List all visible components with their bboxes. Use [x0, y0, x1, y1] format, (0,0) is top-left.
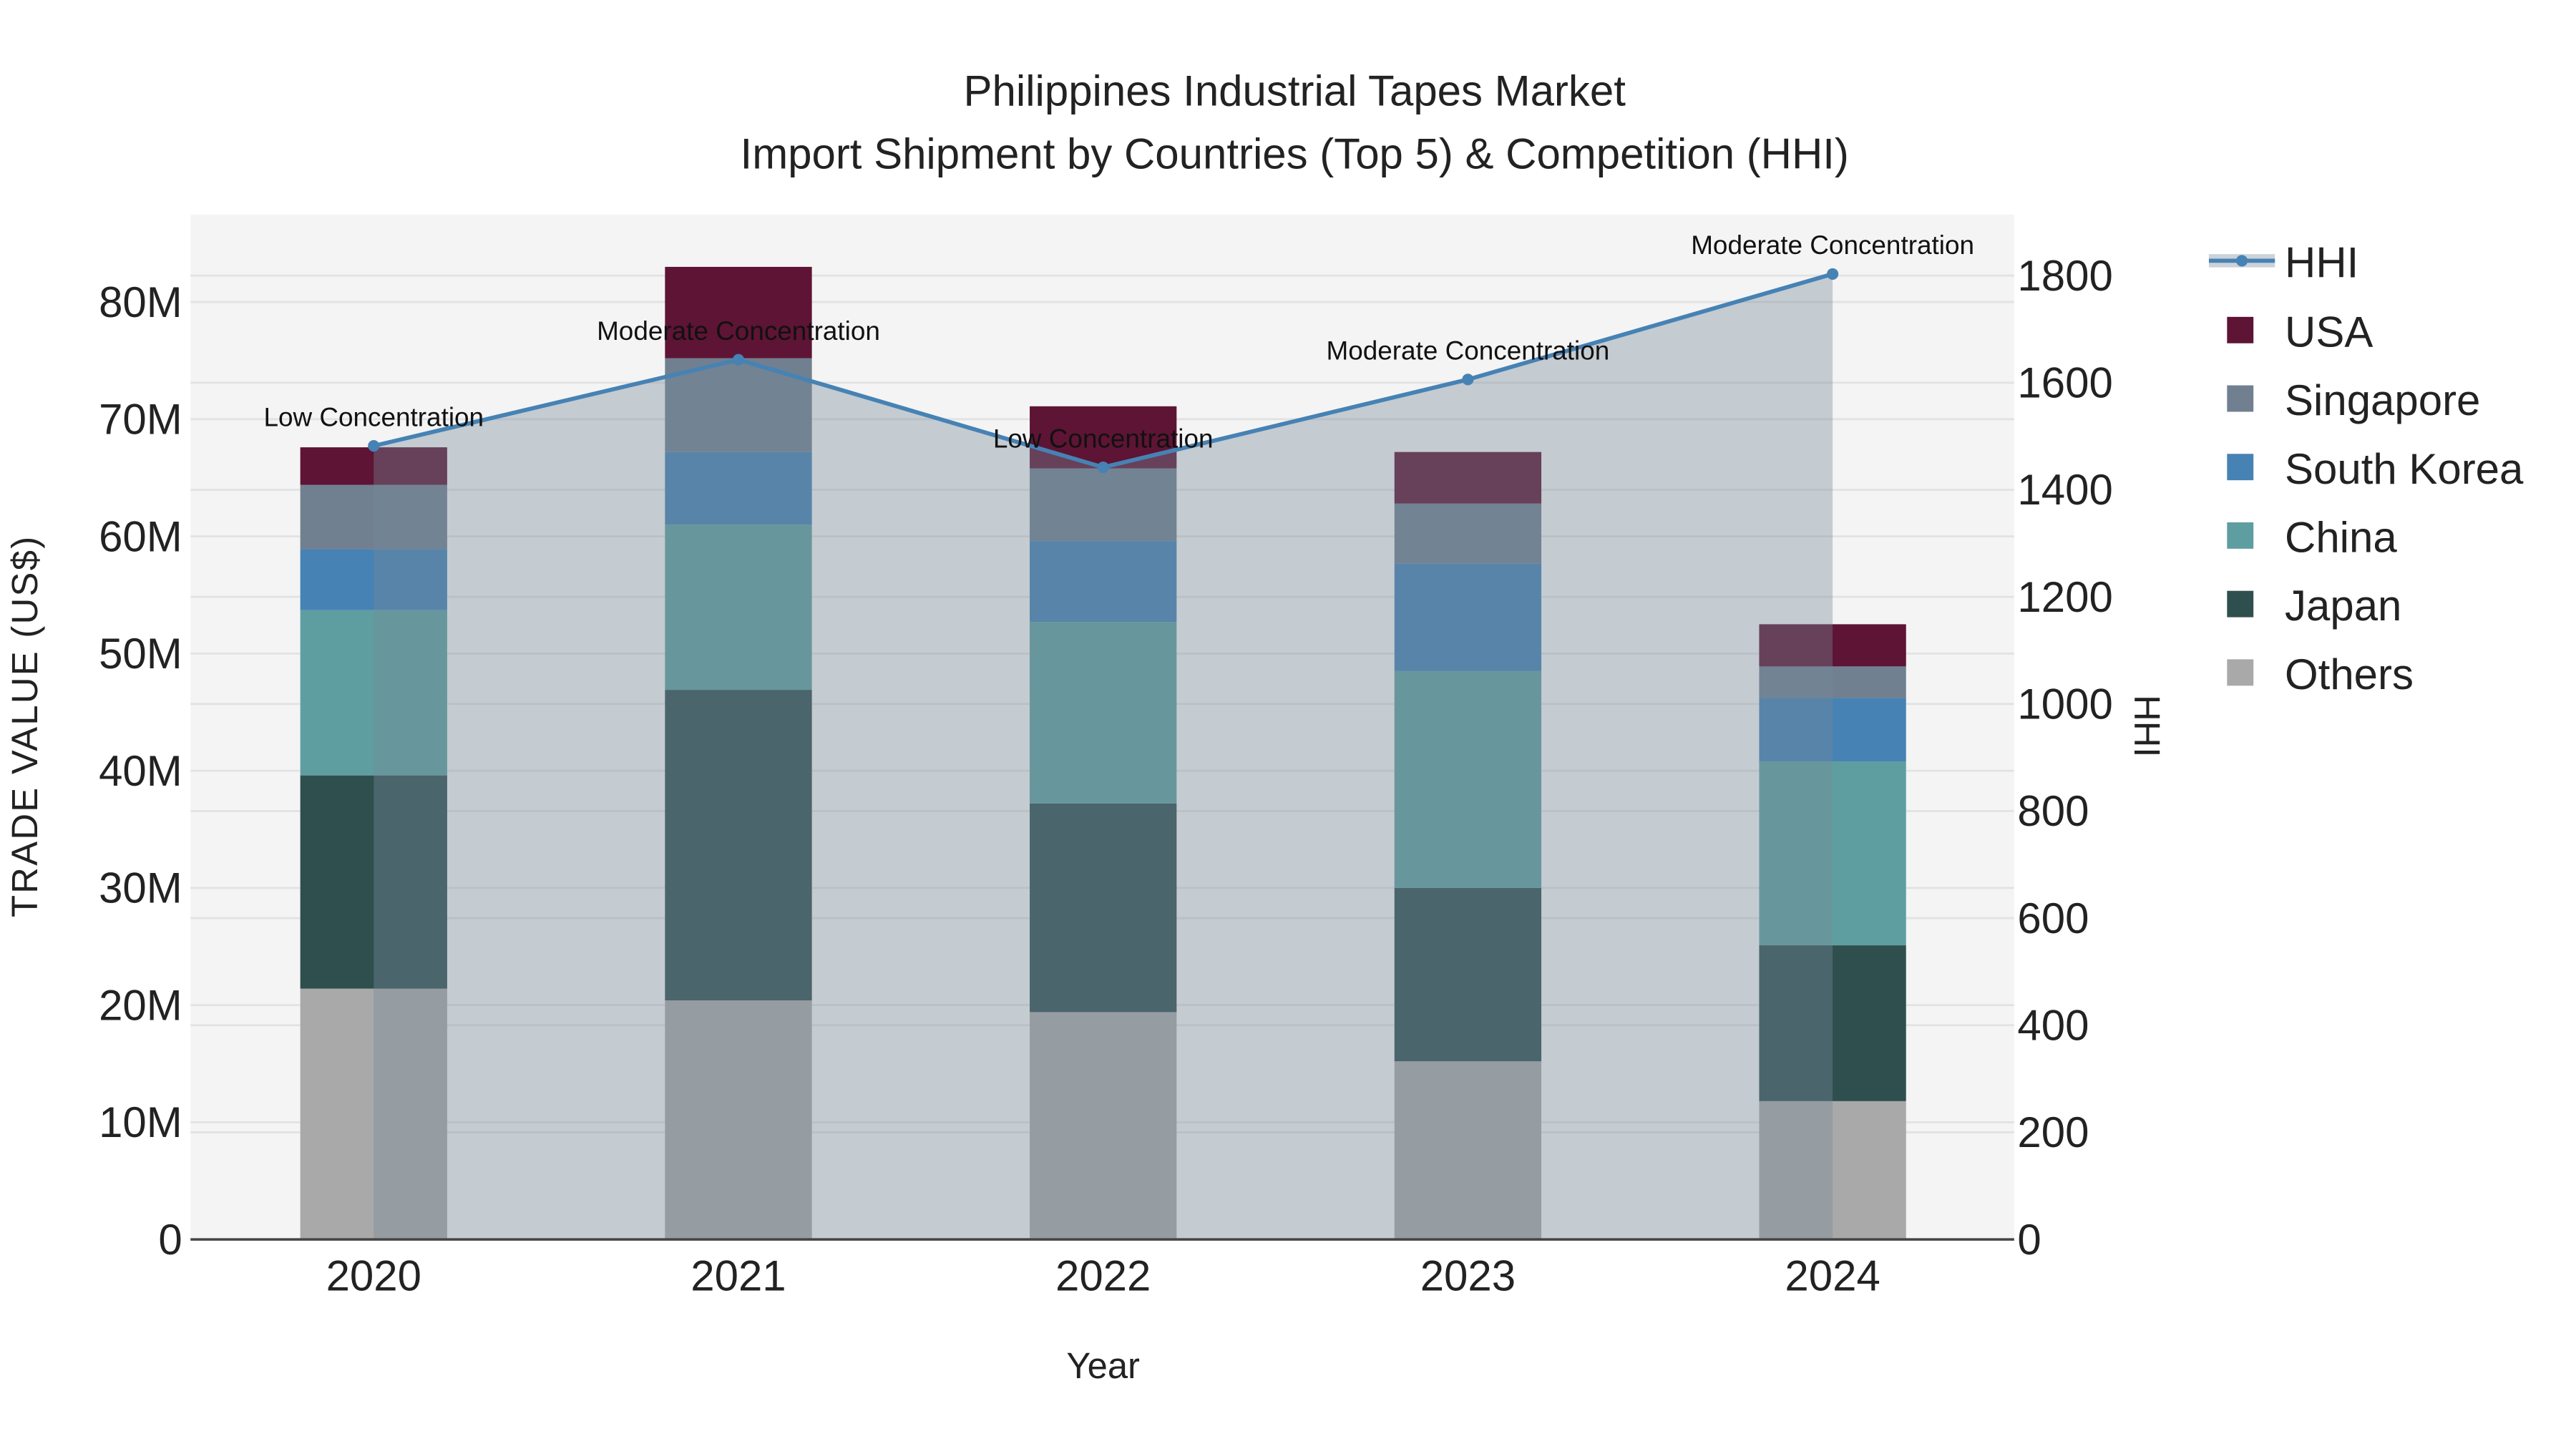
legend-label-usa: USA	[2285, 308, 2373, 356]
x-axis-ticks: 2020 2021 2022 2023 2024	[326, 1252, 1880, 1300]
y2-tick-label: 400	[2017, 1002, 2089, 1050]
y2-tick-label: 1400	[2017, 466, 2112, 514]
chart-title: Philippines Industrial Tapes Market	[964, 67, 1626, 115]
hhi-point	[1462, 374, 1474, 386]
hhi-point	[368, 440, 380, 452]
y-tick-label: 50M	[99, 630, 182, 678]
legend-label-others: Others	[2285, 650, 2414, 698]
legend-swatch-japan	[2227, 590, 2254, 618]
legend-swatch-others	[2227, 659, 2254, 686]
y-tick-label: 20M	[99, 981, 182, 1029]
hhi-point	[1827, 268, 1839, 280]
x-axis-label: Year	[1066, 1345, 1140, 1386]
y-axis-ticks: 0 10M 20M 30M 40M 50M 60M 70M 80M	[99, 278, 182, 1264]
y-tick-label: 30M	[99, 864, 182, 912]
y-tick-label: 60M	[99, 512, 182, 560]
y2-tick-label: 0	[2017, 1216, 2041, 1264]
x-tick-label: 2023	[1420, 1252, 1516, 1300]
y2-tick-label: 1000	[2017, 680, 2112, 728]
legend-swatch-usa	[2227, 316, 2254, 343]
y2-tick-label: 1600	[2017, 359, 2112, 407]
y-tick-label: 0	[158, 1216, 182, 1264]
legend: HHI USA Singapore South Korea China Japan Othe…	[2208, 238, 2524, 698]
hhi-point	[1097, 461, 1109, 474]
chart-subtitle: Import Shipment by Countries (Top 5) & C…	[741, 130, 1849, 177]
y2-axis-ticks: 0 200 400 600 800 1000 1200 1400 1600 1800	[2017, 252, 2112, 1264]
legend-label-singapore: Singapore	[2285, 376, 2480, 424]
y-tick-label: 70M	[99, 396, 182, 444]
legend-swatch-south-korea	[2227, 454, 2254, 481]
y2-tick-label: 600	[2017, 894, 2089, 942]
legend-swatch-china	[2227, 522, 2254, 549]
y-tick-label: 10M	[99, 1098, 182, 1146]
hhi-annotation: Low Concentration	[993, 424, 1214, 453]
x-tick-label: 2022	[1055, 1252, 1151, 1300]
y2-tick-label: 200	[2017, 1108, 2089, 1156]
hhi-annotation: Moderate Concentration	[597, 316, 880, 346]
hhi-annotation: Moderate Concentration	[1691, 230, 1974, 260]
legend-swatch-singapore	[2227, 385, 2254, 412]
legend-label-south-korea: South Korea	[2285, 445, 2524, 493]
x-tick-label: 2020	[326, 1252, 421, 1300]
y-tick-label: 40M	[99, 747, 182, 795]
legend-label-japan: Japan	[2285, 582, 2401, 630]
hhi-point	[732, 353, 745, 366]
x-tick-label: 2024	[1785, 1252, 1880, 1300]
x-tick-label: 2021	[691, 1252, 786, 1300]
hhi-annotation: Moderate Concentration	[1326, 336, 1609, 366]
y-axis-label: TRADE VALUE (US$)	[4, 535, 45, 917]
hhi-annotation: Low Concentration	[263, 402, 484, 431]
y2-tick-label: 1200	[2017, 573, 2112, 621]
chart: Philippines Industrial Tapes Market Impo…	[4, 67, 2524, 1386]
y-tick-label: 80M	[99, 278, 182, 326]
legend-label-china: China	[2285, 513, 2397, 561]
legend-hhi-marker-icon	[2236, 255, 2248, 267]
y2-axis-label: HHI	[2127, 695, 2167, 757]
y2-tick-label: 800	[2017, 787, 2089, 835]
legend-label-hhi: HHI	[2285, 238, 2358, 286]
y2-tick-label: 1800	[2017, 252, 2112, 300]
